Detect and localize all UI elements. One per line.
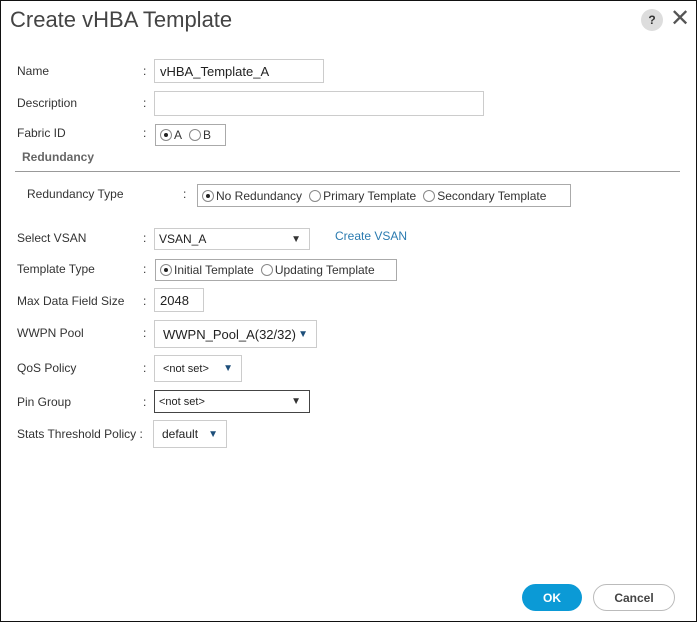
name-label: Name — [17, 64, 50, 78]
radio-unchecked-icon — [309, 189, 322, 202]
help-icon[interactable]: ? — [641, 9, 663, 31]
redundancy-type-label: Redundancy Type — [27, 187, 124, 201]
description-label: Description — [17, 96, 78, 110]
colon: : — [143, 96, 147, 110]
stats-threshold-policy-label: Stats Threshold Policy : — [17, 427, 143, 441]
ok-button[interactable]: OK — [522, 584, 582, 611]
fabric-id-radio-group: A B — [155, 124, 226, 146]
qos-policy-label: QoS Policy — [17, 361, 77, 375]
dropdown-arrow-icon: ▼ — [298, 328, 308, 340]
colon: : — [143, 262, 147, 276]
colon: : — [139, 427, 143, 441]
description-input[interactable] — [154, 91, 484, 116]
colon: : — [143, 361, 147, 375]
redundancy-type-radio-group: No Redundancy Primary Template Secondary… — [197, 184, 571, 207]
wwpn-pool-value: WWPN_Pool_A(32/32) — [163, 326, 296, 342]
qos-policy-value: <not set> — [163, 362, 209, 375]
redundancy-section-title: Redundancy — [22, 150, 95, 164]
radio-checked-icon — [202, 189, 214, 202]
create-vsan-link[interactable]: Create VSAN — [335, 229, 407, 243]
radio-checked-icon — [160, 129, 172, 141]
close-icon[interactable]: ✕ — [670, 4, 690, 34]
colon: : — [143, 326, 147, 340]
dropdown-arrow-icon: ▼ — [291, 396, 301, 407]
fabric-b-radio[interactable]: B — [189, 128, 211, 142]
vsan-value: VSAN_A — [159, 232, 207, 246]
dropdown-arrow-icon: ▼ — [291, 233, 301, 245]
stats-threshold-value: default — [162, 427, 199, 441]
colon: : — [143, 395, 147, 409]
stats-threshold-policy-select[interactable]: default ▼ — [153, 420, 227, 448]
colon: : — [183, 187, 187, 201]
cancel-button[interactable]: Cancel — [593, 584, 675, 611]
dropdown-arrow-icon: ▼ — [208, 428, 218, 440]
label-text: Stats Threshold Policy — [17, 427, 137, 441]
option-label: Secondary Template — [437, 188, 547, 203]
option-label: Initial Template — [174, 263, 254, 277]
option-label: Primary Template — [323, 188, 417, 203]
radio-unchecked-icon — [260, 264, 273, 276]
max-data-field-size-label: Max Data Field Size — [17, 294, 125, 308]
pin-group-select[interactable]: <not set> ▼ — [154, 390, 310, 413]
colon: : — [143, 231, 147, 245]
no-redundancy-radio[interactable]: No Redundancy — [202, 189, 302, 203]
secondary-template-radio[interactable]: Secondary Template — [423, 189, 546, 203]
colon: : — [143, 294, 147, 308]
option-label: B — [203, 128, 212, 142]
fabric-a-radio[interactable]: A — [160, 128, 182, 142]
template-type-label: Template Type — [17, 262, 95, 276]
option-label: A — [174, 128, 183, 142]
option-label: No Redundancy — [216, 188, 303, 203]
name-input[interactable]: vHBA_Template_A — [154, 59, 324, 83]
dialog-title: Create vHBA Template — [10, 7, 233, 32]
select-vsan-label: Select VSAN — [17, 231, 87, 245]
template-type-radio-group: Initial Template Updating Template — [155, 259, 397, 281]
radio-checked-icon — [160, 264, 172, 276]
divider — [15, 171, 680, 172]
wwpn-pool-label: WWPN Pool — [17, 326, 84, 340]
dropdown-arrow-icon: ▼ — [223, 363, 233, 374]
primary-template-radio[interactable]: Primary Template — [309, 189, 416, 203]
wwpn-pool-select[interactable]: WWPN_Pool_A(32/32) ▼ — [154, 320, 317, 348]
option-label: Updating Template — [274, 263, 375, 277]
max-data-field-size-input[interactable]: 2048 — [154, 288, 204, 312]
pin-group-value: <not set> — [159, 395, 205, 408]
radio-unchecked-icon — [423, 189, 436, 202]
colon: : — [143, 64, 147, 78]
vsan-select[interactable]: VSAN_A ▼ — [154, 228, 310, 250]
colon: : — [143, 126, 147, 140]
pin-group-label: Pin Group — [17, 395, 72, 409]
radio-unchecked-icon — [189, 129, 202, 141]
initial-template-radio[interactable]: Initial Template — [160, 263, 254, 277]
fabric-id-label: Fabric ID — [17, 126, 66, 140]
qos-policy-select[interactable]: <not set> ▼ — [154, 355, 242, 382]
updating-template-radio[interactable]: Updating Template — [260, 263, 375, 277]
